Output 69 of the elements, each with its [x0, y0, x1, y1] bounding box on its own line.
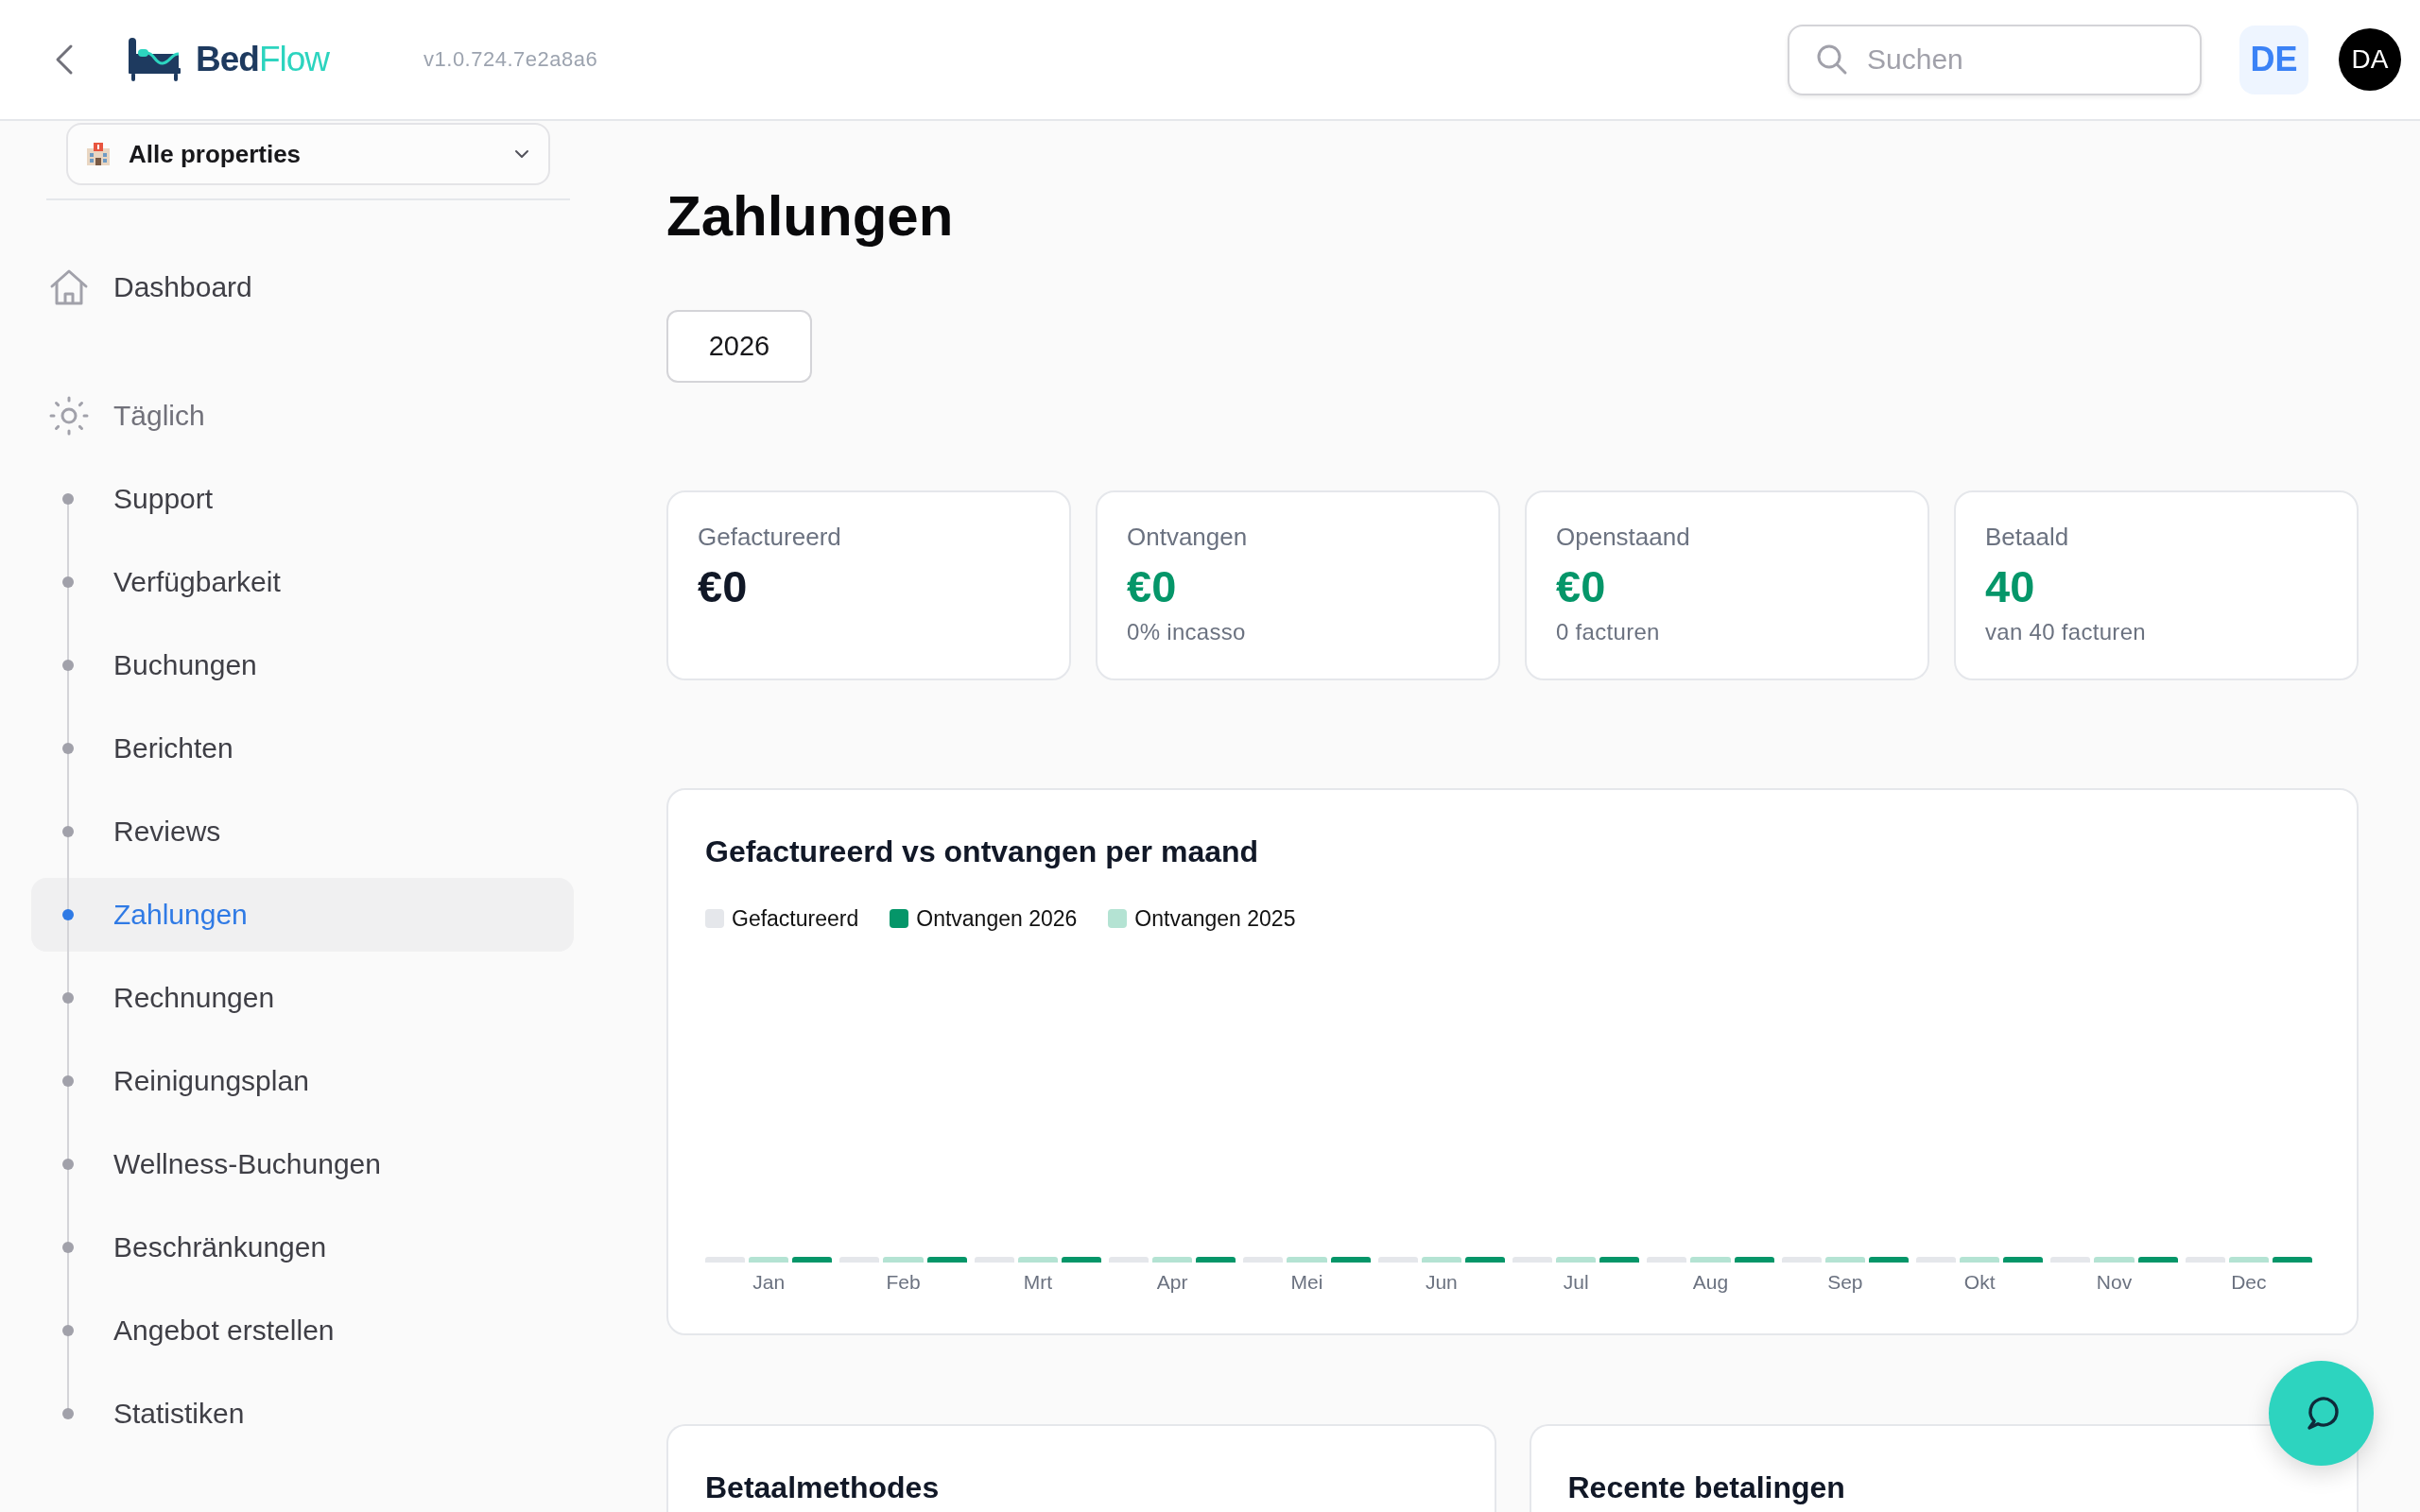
nav-item[interactable]: Wellness-Buchungen	[31, 1127, 574, 1201]
dot-icon	[62, 660, 74, 671]
month-label: Nov	[2096, 1270, 2133, 1295]
property-selector[interactable]: Alle properties	[66, 123, 550, 185]
dot-icon	[62, 743, 74, 754]
stat-label: Betaald	[1985, 522, 2069, 552]
month-label: Sep	[1827, 1270, 1863, 1295]
nav-item[interactable]: Beschränkungen	[31, 1211, 574, 1284]
dot-icon	[62, 1159, 74, 1170]
page-title: Zahlungen	[666, 183, 954, 249]
search-icon	[1816, 43, 1848, 76]
version-label: v1.0.724.7e2a8a6	[424, 47, 598, 72]
month-label: Apr	[1156, 1270, 1188, 1295]
stat-value: €0	[698, 562, 748, 610]
nav-item[interactable]: Support	[31, 462, 574, 536]
dot-icon	[62, 826, 74, 837]
bed-icon	[128, 38, 181, 81]
dot-icon	[62, 992, 74, 1004]
month-label: Jan	[752, 1270, 786, 1295]
dot-icon	[62, 576, 74, 588]
month-label: Mei	[1290, 1270, 1323, 1295]
nav-item[interactable]: Buchungen	[31, 628, 574, 702]
month-label: Dec	[2231, 1270, 2267, 1295]
year-button[interactable]: 2026	[666, 310, 812, 383]
user-avatar[interactable]: DA	[2339, 28, 2401, 91]
chevron-down-icon	[514, 149, 529, 159]
stat-label: Gefactureerd	[698, 522, 841, 552]
nav-item[interactable]: Berichten	[31, 712, 574, 785]
panel-title: Recente betalingen	[1567, 1469, 1845, 1505]
home-icon	[49, 267, 89, 307]
stat-value: €0	[1127, 562, 1177, 610]
nav-item[interactable]: Statistiken	[31, 1377, 574, 1451]
stat-note: 0 facturen	[1556, 618, 1660, 646]
legend-label: Gefactureerd	[732, 905, 859, 932]
month-label: Jul	[1563, 1270, 1589, 1295]
nav-group-header[interactable]: Täglich	[31, 379, 574, 453]
month-label: Okt	[1963, 1270, 1996, 1295]
nav-item[interactable]: Reinigungsplan	[31, 1044, 574, 1118]
nav-item[interactable]: Rechnungen	[31, 961, 574, 1035]
stat-label: Ontvangen	[1127, 522, 1248, 552]
dot-icon	[62, 493, 74, 505]
brand-name: BedFlow	[196, 39, 330, 80]
sun-icon	[49, 396, 89, 436]
chart-title: Gefactureerd vs ontvangen per maand	[705, 833, 1259, 869]
search-field[interactable]: Suchen	[1788, 24, 2202, 95]
panel-title: Betaalmethodes	[705, 1469, 940, 1505]
back-icon[interactable]	[54, 43, 75, 76]
dot-icon	[62, 1408, 74, 1419]
legend-label: Ontvangen 2025	[1134, 905, 1296, 932]
month-label: Feb	[886, 1270, 921, 1295]
dot-icon	[62, 1075, 74, 1087]
nav-item[interactable]: Angebot erstellen	[31, 1294, 574, 1367]
month-label: Mrt	[1023, 1270, 1052, 1295]
legend-label: Ontvangen 2026	[916, 905, 1078, 932]
nav-item[interactable]: Verfügbarkeit	[31, 545, 574, 619]
month-label: Jun	[1425, 1270, 1458, 1295]
building-icon	[86, 142, 111, 166]
month-label: Aug	[1692, 1270, 1729, 1295]
dot-icon	[62, 909, 74, 920]
stat-note: van 40 facturen	[1985, 618, 2146, 646]
nav-item[interactable]: Zahlungen	[31, 878, 574, 952]
dot-icon	[62, 1325, 74, 1336]
nav-item[interactable]: Reviews	[31, 795, 574, 868]
stat-label: Openstaand	[1556, 522, 1690, 552]
nav-item[interactable]: Dashboard	[31, 250, 574, 324]
stat-value: 40	[1985, 562, 2035, 610]
dot-icon	[62, 1242, 74, 1253]
stat-note: 0% incasso	[1127, 618, 1246, 646]
stat-value: €0	[1556, 562, 1606, 610]
